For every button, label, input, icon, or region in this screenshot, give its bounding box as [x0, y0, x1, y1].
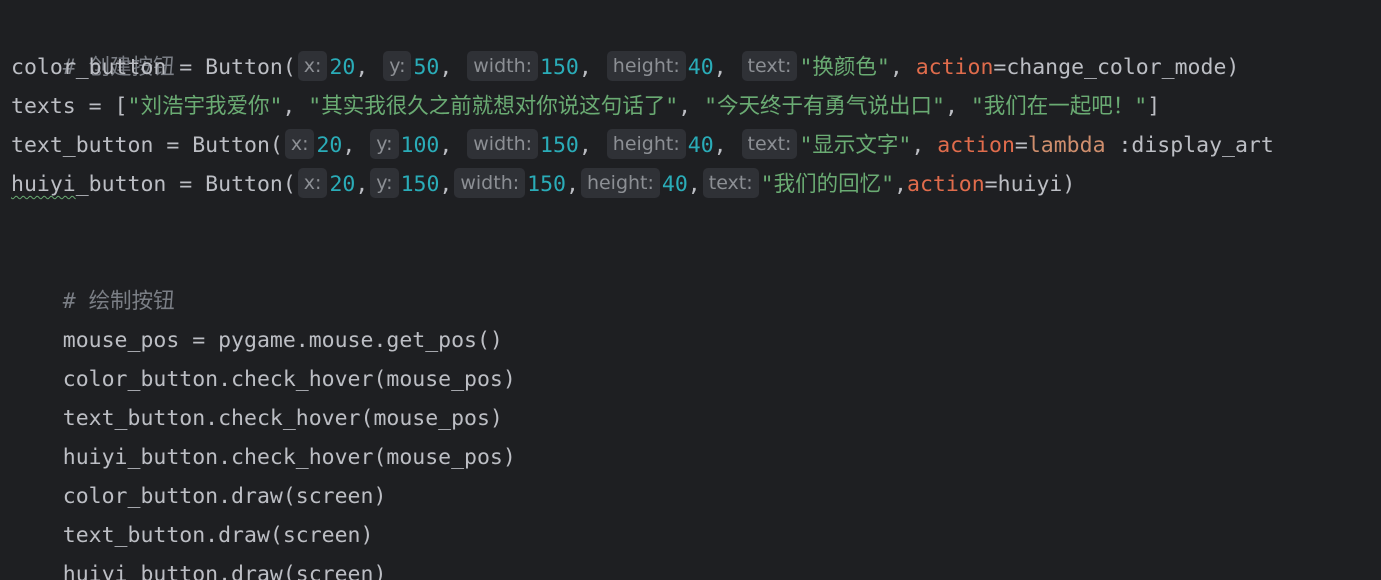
code-text: text_button = Button(: [11, 133, 283, 158]
inlay-hint-x: x:: [297, 51, 328, 81]
code-line-huiyi-button[interactable]: huiyi_button = Button(x: 20, y: 150, width: 1…: [0, 165, 1381, 204]
number: 20: [316, 133, 343, 158]
code-line-comment-create[interactable]: # 创建按钮: [0, 9, 1381, 80]
number: 150: [527, 172, 566, 197]
code-text: text_button.draw(screen): [62, 523, 374, 548]
string: "刘浩宇我爱你": [127, 94, 283, 119]
inlay-hint-x: x:: [297, 168, 328, 198]
code-text: huiyi): [997, 172, 1076, 197]
keyword-lambda: lambda: [1027, 133, 1106, 158]
comment: # 绘制按钮: [62, 289, 175, 314]
code-line-comment-draw[interactable]: # 绘制按钮: [0, 243, 1381, 314]
code-editor[interactable]: # 创建按钮 color_button = Button(x: 20, y: 50,…: [0, 0, 1381, 580]
code-line-text-button[interactable]: text_button = Button(x: 20, y: 100, width:…: [0, 126, 1381, 165]
string: "换颜色": [799, 55, 890, 80]
code-text: ,: [911, 133, 938, 158]
code-text: ,: [355, 55, 382, 80]
code-text: =: [1014, 133, 1028, 158]
keyword-argument: action: [937, 133, 1015, 158]
number: 50: [413, 55, 440, 80]
code-text: ,: [578, 133, 605, 158]
code-text: =: [984, 172, 998, 197]
inlay-hint-y: y:: [370, 129, 399, 159]
inlay-hint-height: height:: [606, 129, 686, 159]
code-text: ]: [1147, 94, 1161, 119]
number: 150: [400, 172, 440, 197]
inlay-hint-text: text:: [741, 129, 798, 159]
code-text: ,: [713, 133, 740, 158]
inlay-hint-y: y:: [383, 51, 412, 81]
code-text: color_button.draw(screen): [62, 484, 387, 509]
string: "其实我很久之前就想对你说这句话了": [308, 94, 679, 119]
code-text: ,: [889, 55, 916, 80]
code-text: huiyi_button.draw(screen): [62, 562, 387, 580]
code-text: ,: [713, 55, 740, 80]
code-text: color_button.check_hover(mouse_pos): [62, 367, 516, 392]
number: 40: [661, 172, 688, 197]
string: "今天终于有勇气说出口": [704, 94, 945, 119]
blank: [63, 250, 76, 275]
code-text: ,: [439, 172, 453, 197]
number: 20: [329, 172, 356, 197]
code-line-texts[interactable]: texts = ["刘浩宇我爱你", "其实我很久之前就想对你说这句话了", "…: [0, 87, 1381, 126]
code-text: huiyi_button.check_hover(mouse_pos): [62, 445, 516, 470]
number: 40: [687, 55, 714, 80]
code-text: ,: [439, 133, 466, 158]
keyword-argument: action: [907, 172, 985, 197]
code-line-color-button[interactable]: color_button = Button(x: 20, y: 50, width:…: [0, 48, 1381, 87]
code-text: =: [993, 55, 1007, 80]
inlay-hint-text: text:: [741, 51, 798, 81]
code-text: ,: [894, 172, 907, 197]
inlay-hint-y: y:: [370, 168, 399, 198]
code-text: ,: [578, 55, 605, 80]
inlay-hint-height: height:: [580, 168, 660, 198]
inlay-hint-x: x:: [284, 129, 315, 159]
inlay-hint-width: width:: [467, 51, 539, 81]
inlay-hint-height: height:: [606, 51, 686, 81]
string: "我们的回忆": [760, 172, 895, 197]
number: 40: [687, 133, 714, 158]
code-text: :display_art: [1105, 133, 1274, 158]
keyword-argument: action: [915, 55, 994, 80]
code-text: mouse_pos = pygame.mouse.get_pos(): [62, 328, 503, 353]
code-line-mouse-pos[interactable]: mouse_pos = pygame.mouse.get_pos(): [0, 282, 1381, 353]
code-text: ,: [342, 133, 369, 158]
code-text: ,: [678, 94, 705, 119]
spell-check-squiggle[interactable]: huiyi: [11, 172, 76, 197]
code-text: ,: [687, 172, 701, 197]
code-text: texts = [: [11, 94, 128, 119]
number: 150: [540, 133, 579, 158]
code-text: ,: [944, 94, 971, 119]
code-text: color_button = Button(: [11, 55, 296, 80]
string: "我们在一起吧！": [970, 94, 1148, 119]
code-text: ,: [565, 172, 579, 197]
inlay-hint-width: width:: [467, 129, 539, 159]
number: 20: [329, 55, 356, 80]
number: 150: [540, 55, 579, 80]
code-text: ,: [355, 172, 369, 197]
string: "显示文字": [799, 133, 912, 158]
code-text: ,: [439, 55, 466, 80]
code-text: change_color_mode): [1006, 55, 1240, 80]
code-line-blank[interactable]: [0, 204, 1381, 243]
inlay-hint-width: width:: [454, 168, 526, 198]
code-text: ,: [282, 94, 309, 119]
number: 100: [400, 133, 440, 158]
inlay-hint-text: text:: [702, 168, 759, 198]
code-text: text_button.check_hover(mouse_pos): [62, 406, 503, 431]
code-text: _button = Button(: [75, 172, 296, 197]
